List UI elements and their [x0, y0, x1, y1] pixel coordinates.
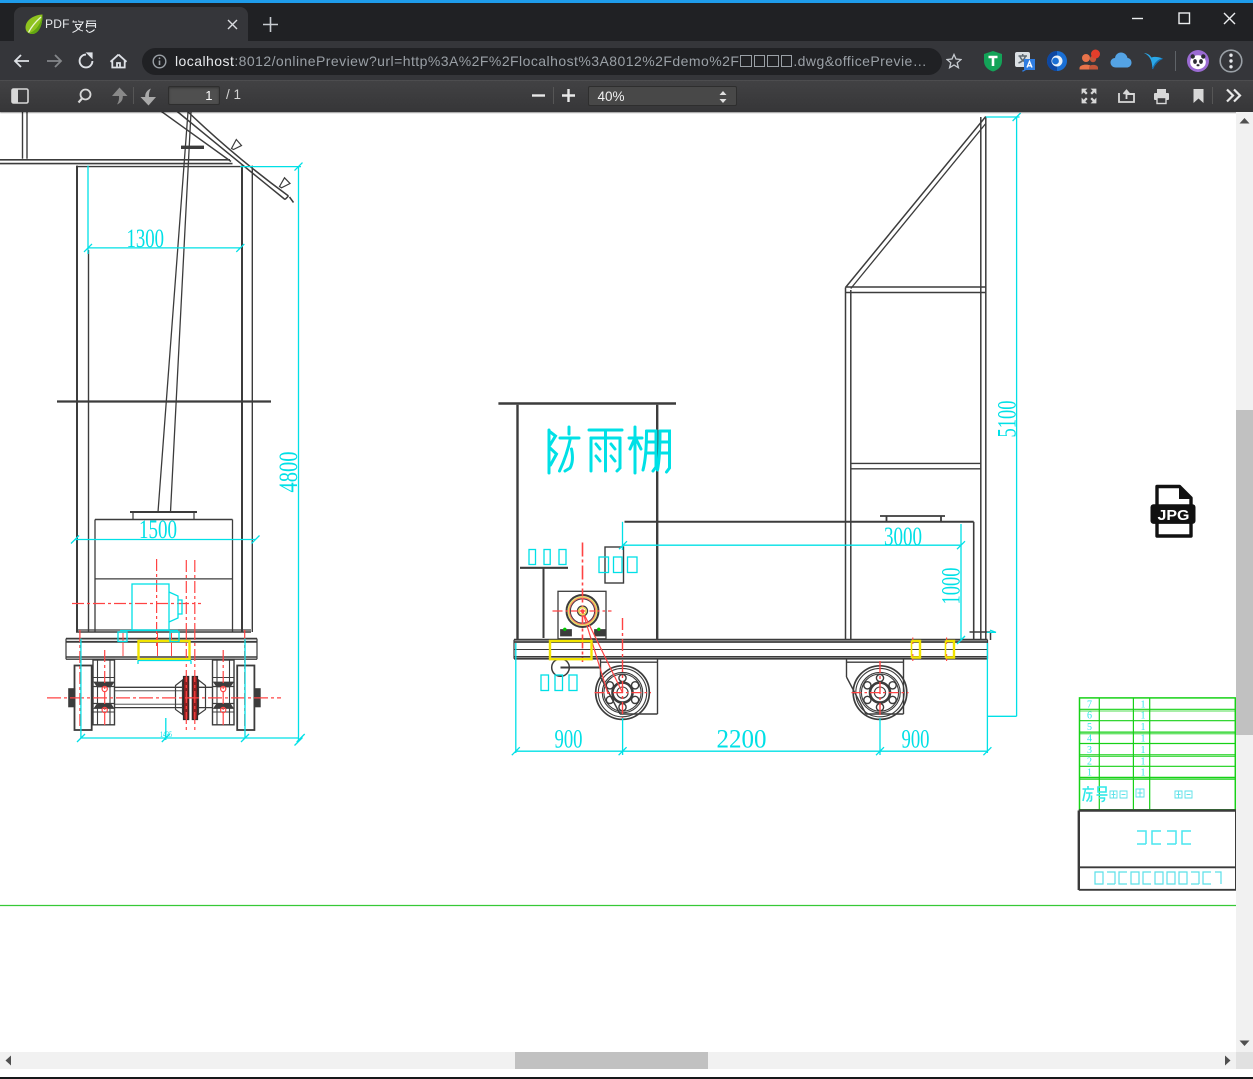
svg-text:1435: 1435: [160, 730, 172, 739]
svg-text:1: 1: [1141, 699, 1146, 710]
svg-text:7: 7: [1087, 699, 1092, 710]
svg-text:1500: 1500: [139, 515, 177, 544]
svg-text:5100: 5100: [993, 401, 1022, 438]
svg-text:2200: 2200: [717, 724, 767, 753]
svg-text:5: 5: [1087, 722, 1092, 733]
svg-text:3: 3: [1087, 745, 1092, 756]
svg-text:1: 1: [1087, 768, 1092, 779]
svg-text:1: 1: [1141, 711, 1146, 722]
svg-text:3000: 3000: [884, 522, 922, 551]
svg-text:2: 2: [1087, 756, 1092, 767]
svg-text:1: 1: [1141, 756, 1146, 767]
svg-text:6: 6: [1087, 711, 1092, 722]
svg-text:1: 1: [1141, 745, 1146, 756]
svg-text:1: 1: [1141, 768, 1146, 779]
svg-text:1300: 1300: [127, 224, 165, 253]
svg-text:1: 1: [1141, 734, 1146, 745]
svg-text:4: 4: [1087, 734, 1092, 745]
svg-text:4800: 4800: [274, 452, 303, 493]
svg-text:JPG: JPG: [1158, 508, 1190, 524]
svg-text:1000: 1000: [937, 568, 966, 605]
svg-text:1: 1: [1141, 722, 1146, 733]
svg-text:900: 900: [902, 724, 930, 753]
svg-text:900: 900: [555, 724, 583, 753]
